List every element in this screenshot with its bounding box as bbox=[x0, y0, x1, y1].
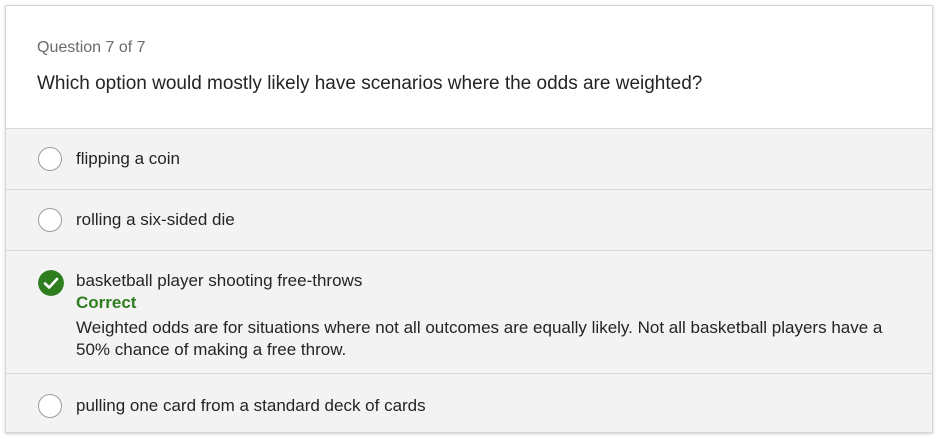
option-basketball-free-throws[interactable]: basketball player shooting free-throws C… bbox=[6, 251, 932, 374]
option-pulling-card[interactable]: pulling one card from a standard deck of… bbox=[6, 374, 932, 432]
radio-circle-icon[interactable] bbox=[38, 208, 62, 232]
radio-circle-icon[interactable] bbox=[38, 147, 62, 171]
checkmark-circle-icon bbox=[38, 270, 64, 296]
option-flipping-coin[interactable]: flipping a coin bbox=[6, 129, 932, 190]
radio-circle-icon[interactable] bbox=[38, 394, 62, 418]
option-label: flipping a coin bbox=[76, 149, 180, 168]
option-rolling-die[interactable]: rolling a six-sided die bbox=[6, 190, 932, 251]
correct-status-label: Correct bbox=[76, 293, 137, 312]
answer-explanation: Weighted odds are for situations where n… bbox=[76, 318, 883, 359]
quiz-card: Question 7 of 7 Which option would mostl… bbox=[5, 5, 933, 433]
question-text: Which option would mostly likely have sc… bbox=[37, 73, 703, 94]
question-counter: Question 7 of 7 bbox=[37, 39, 146, 56]
option-label: pulling one card from a standard deck of… bbox=[76, 396, 426, 415]
option-label: rolling a six-sided die bbox=[76, 210, 235, 229]
option-label: basketball player shooting free-throws bbox=[76, 271, 363, 290]
question-header: Question 7 of 7 Which option would mostl… bbox=[6, 6, 932, 129]
